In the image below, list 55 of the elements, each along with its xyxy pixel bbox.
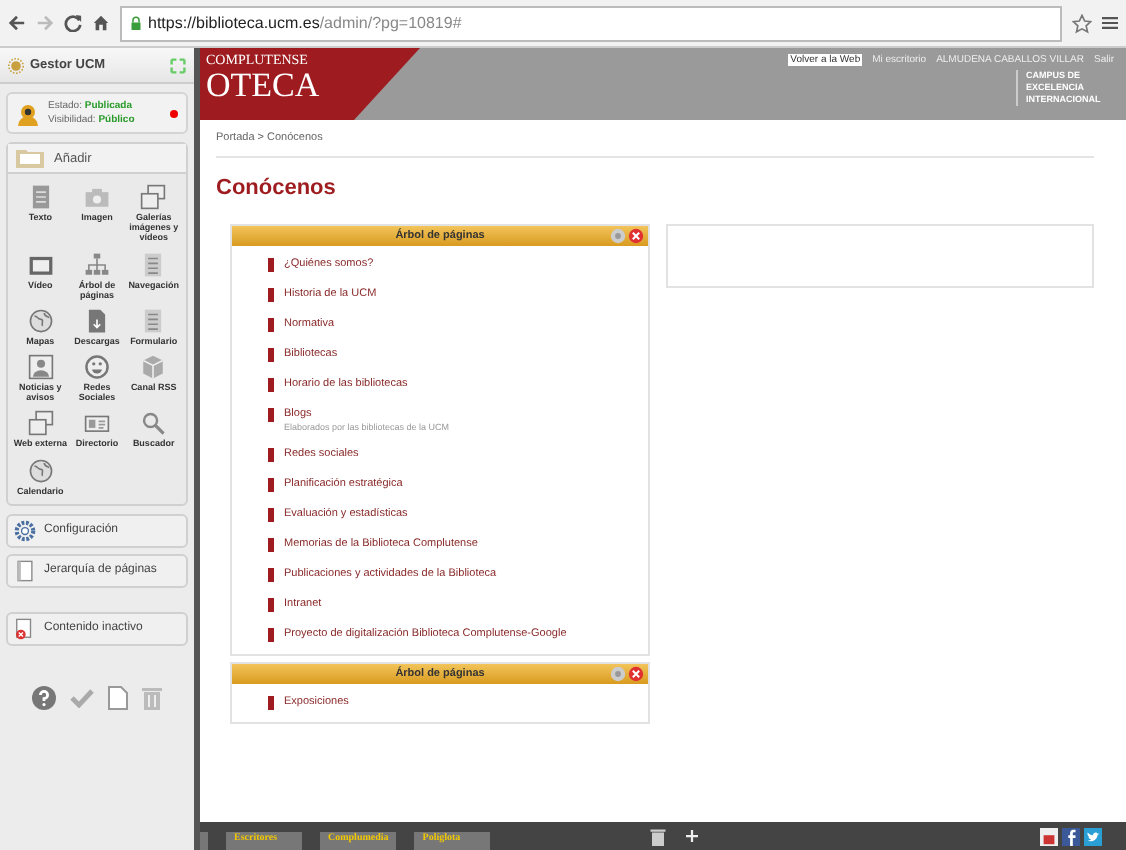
person-frame-icon <box>27 354 54 381</box>
home-icon[interactable] <box>92 14 110 32</box>
logo-text: OTECA <box>206 68 322 102</box>
windows-icon <box>140 184 167 210</box>
smiley-icon <box>83 354 110 381</box>
lock-icon <box>130 15 142 31</box>
page-title: Conócenos <box>216 176 338 200</box>
search-icon <box>140 410 167 437</box>
bullet-bar <box>268 696 274 710</box>
id-card-icon <box>83 410 110 437</box>
camera-icon <box>83 184 110 210</box>
bullet-bar <box>268 508 274 522</box>
gear-icon <box>14 519 36 542</box>
settings-icon <box>610 228 626 244</box>
settings-icon <box>610 666 626 682</box>
user-icon <box>16 101 40 125</box>
facebook-icon[interactable] <box>1062 827 1080 845</box>
status-dot <box>170 109 178 117</box>
cube-icon <box>140 354 167 381</box>
bullet-bar <box>268 348 274 362</box>
trash-icon[interactable] <box>650 827 667 845</box>
document-icon <box>27 184 54 210</box>
windows-icon <box>27 410 54 437</box>
menu-icon[interactable] <box>1102 14 1118 32</box>
video-icon[interactable] <box>1040 827 1058 845</box>
address-bar[interactable]: https://biblioteca.ucm.es/admin/?pg=10819# <box>120 5 1062 41</box>
bullet-bar <box>268 478 274 492</box>
url-text: https://biblioteca.ucm.es/admin/?pg=10819# <box>148 14 462 32</box>
screen-icon <box>27 251 54 278</box>
bullet-bar <box>268 538 274 552</box>
document-icon[interactable] <box>108 685 128 710</box>
download-icon <box>83 307 110 334</box>
check-icon[interactable] <box>70 687 94 708</box>
plus-icon[interactable] <box>686 830 699 842</box>
bullet-bar <box>268 318 274 332</box>
reload-icon[interactable] <box>64 14 82 32</box>
bullet-bar <box>268 598 274 612</box>
list-icon <box>140 251 167 278</box>
book-icon <box>14 559 36 582</box>
inactive-page-icon <box>14 617 36 640</box>
hierarchy-icon <box>83 251 110 278</box>
sun-icon <box>8 57 24 73</box>
bullet-bar <box>268 408 274 422</box>
star-icon[interactable] <box>1072 13 1092 33</box>
bullet-bar <box>268 258 274 272</box>
back-icon[interactable] <box>8 14 26 32</box>
help-icon[interactable] <box>32 685 56 710</box>
bullet-bar <box>268 288 274 302</box>
folder-icon <box>16 148 44 168</box>
bird-icon[interactable] <box>1084 827 1102 845</box>
bullet-bar <box>268 448 274 462</box>
bullet-bar <box>268 628 274 642</box>
bullet-bar <box>268 568 274 582</box>
list-icon <box>140 307 167 334</box>
bullet-bar <box>268 378 274 392</box>
